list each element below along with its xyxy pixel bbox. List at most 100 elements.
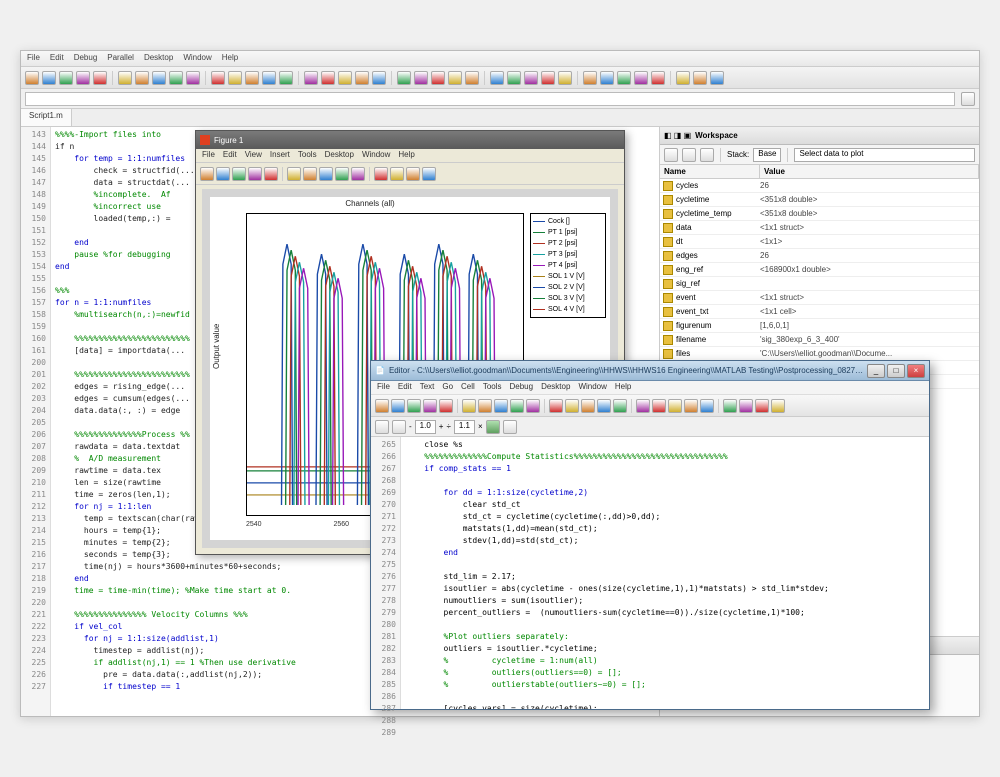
indent-value2[interactable]: 1.1 (454, 420, 475, 434)
toolbar-button[interactable] (494, 399, 508, 413)
toolbar-button[interactable] (25, 71, 39, 85)
toolbar-button[interactable] (478, 399, 492, 413)
toolbar-button[interactable] (338, 71, 352, 85)
workspace-row[interactable]: cycletime_temp<351x8 double> (660, 207, 979, 221)
workspace-row[interactable]: files'C:\\Users\\elliot.goodman\\Docume.… (660, 347, 979, 361)
indent-mul[interactable]: × (478, 422, 483, 431)
toolbar-button[interactable] (510, 399, 524, 413)
menu-item[interactable]: Window (362, 150, 390, 161)
legend-item[interactable]: PT 3 [psi] (533, 249, 603, 260)
indent-value[interactable]: 1.0 (415, 420, 436, 434)
toolbar-button[interactable] (684, 399, 698, 413)
editor-titlebar[interactable]: 📄 Editor - C:\\Users\\elliot.goodman\\Do… (371, 361, 929, 381)
menu-item[interactable]: Desktop (144, 53, 173, 64)
workspace-row[interactable]: edges26 (660, 249, 979, 263)
plot-select[interactable]: Select data to plot (794, 148, 975, 162)
toolbar-button[interactable] (700, 399, 714, 413)
toolbar-button[interactable] (462, 399, 476, 413)
menu-item[interactable]: Window (578, 382, 606, 393)
toolbar-button[interactable] (135, 71, 149, 85)
cell-prev-button[interactable] (375, 420, 389, 434)
minimize-button[interactable]: _ (867, 364, 885, 378)
legend-item[interactable]: SOL 2 V [V] (533, 282, 603, 293)
legend-item[interactable]: SOL 1 V [V] (533, 271, 603, 282)
menu-item[interactable]: Edit (50, 53, 64, 64)
toolbar-button[interactable] (93, 71, 107, 85)
legend-item[interactable]: SOL 4 V [V] (533, 304, 603, 315)
menu-item[interactable]: Help (615, 382, 631, 393)
toolbar-button[interactable] (524, 71, 538, 85)
toolbar-button[interactable] (651, 71, 665, 85)
workspace-row[interactable]: sig_ref (660, 277, 979, 291)
workspace-header-row[interactable]: Name Value (660, 165, 979, 179)
col-name[interactable]: Name (660, 165, 760, 178)
toolbar-button[interactable] (391, 399, 405, 413)
toolbar-button[interactable] (668, 399, 682, 413)
toolbar-button[interactable] (42, 71, 56, 85)
toolbar-button[interactable] (676, 71, 690, 85)
toolbar-button[interactable] (613, 399, 627, 413)
toolbar-button[interactable] (76, 71, 90, 85)
editor-cell-toolbar[interactable]: - 1.0 + ÷ 1.1 × (371, 417, 929, 437)
workspace-row[interactable]: dt<1x1> (660, 235, 979, 249)
workspace-panel-header[interactable]: ◧ ◨ ▣ Workspace (660, 127, 979, 145)
toolbar-button[interactable] (374, 167, 388, 181)
toolbar-button[interactable] (439, 399, 453, 413)
toolbar-button[interactable] (739, 399, 753, 413)
legend-item[interactable]: PT 1 [psi] (533, 227, 603, 238)
toolbar-button[interactable] (634, 71, 648, 85)
toolbar-button[interactable] (335, 167, 349, 181)
menu-item[interactable]: Help (398, 150, 414, 161)
toolbar-button[interactable] (465, 71, 479, 85)
figure-titlebar[interactable]: Figure 1 (196, 131, 624, 149)
toolbar-button[interactable] (287, 167, 301, 181)
workspace-row[interactable]: cycles26 (660, 179, 979, 193)
toolbar-button[interactable] (397, 71, 411, 85)
menu-item[interactable]: File (27, 53, 40, 64)
menu-item[interactable]: Edit (398, 382, 412, 393)
toolbar-button[interactable] (448, 71, 462, 85)
editor-menubar[interactable]: FileEditTextGoCellToolsDebugDesktopWindo… (371, 381, 929, 395)
toolbar-button[interactable] (710, 71, 724, 85)
editor-body[interactable]: 2652662672682692702712722732742752762772… (371, 437, 929, 709)
editor-window[interactable]: 📄 Editor - C:\\Users\\elliot.goodman\\Do… (370, 360, 930, 710)
toolbar-button[interactable] (372, 71, 386, 85)
workspace-row[interactable]: event<1x1 struct> (660, 291, 979, 305)
legend-item[interactable]: PT 2 [psi] (533, 238, 603, 249)
menu-item[interactable]: File (202, 150, 215, 161)
indent-minus[interactable]: - (409, 422, 412, 431)
new-var-button[interactable] (664, 148, 678, 162)
menu-item[interactable]: Tools (298, 150, 317, 161)
workspace-toolbar[interactable]: Stack: Base Select data to plot (660, 145, 979, 165)
toolbar-button[interactable] (152, 71, 166, 85)
toolbar-button[interactable] (169, 71, 183, 85)
toolbar-button[interactable] (755, 399, 769, 413)
toolbar-button[interactable] (59, 71, 73, 85)
toolbar-button[interactable] (581, 399, 595, 413)
run-button[interactable] (486, 420, 500, 434)
toolbar-button[interactable] (422, 167, 436, 181)
toolbar-button[interactable] (600, 71, 614, 85)
main-menubar[interactable]: FileEditDebugParallelDesktopWindowHelp (21, 51, 979, 67)
cell-next-button[interactable] (392, 420, 406, 434)
toolbar-button[interactable] (216, 167, 230, 181)
menu-item[interactable]: Debug (510, 382, 534, 393)
toolbar-button[interactable] (549, 399, 563, 413)
toolbar-button[interactable] (232, 167, 246, 181)
editor-toolbar[interactable] (371, 395, 929, 417)
stack-select[interactable]: Base (753, 148, 781, 162)
toolbar-button[interactable] (407, 399, 421, 413)
workspace-row[interactable]: event_txt<1x1 cell> (660, 305, 979, 319)
menu-item[interactable]: Desktop (541, 382, 570, 393)
toolbar-button[interactable] (321, 71, 335, 85)
menu-item[interactable]: Window (183, 53, 211, 64)
toolbar-button[interactable] (304, 71, 318, 85)
toolbar-button[interactable] (507, 71, 521, 85)
toolbar-button[interactable] (636, 399, 650, 413)
toolbar-button[interactable] (771, 399, 785, 413)
toolbar-button[interactable] (390, 167, 404, 181)
workspace-row[interactable]: filename'sig_380exp_6_3_400' (660, 333, 979, 347)
toolbar-button[interactable] (414, 71, 428, 85)
toolbar-button[interactable] (723, 399, 737, 413)
legend-item[interactable]: SOL 3 V [V] (533, 293, 603, 304)
